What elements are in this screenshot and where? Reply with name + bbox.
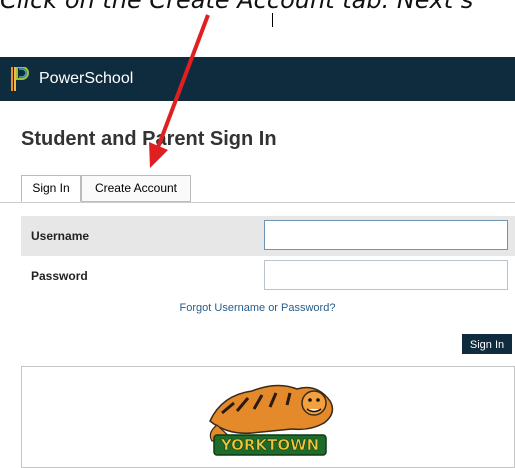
tab-sign-in[interactable]: Sign In [21,175,81,202]
tiger-mascot-logo: YORKTOWN [209,384,334,456]
page-title: Student and Parent Sign In [21,128,277,150]
forgot-credentials-link[interactable]: Forgot Username or Password? [0,302,515,314]
text-cursor [272,13,273,27]
instruction-text: Click on the Create Account tab. Next s [0,0,474,14]
school-logo-panel: YORKTOWN [21,366,515,468]
password-label: Password [31,269,88,283]
powerschool-logo-icon [11,67,29,91]
tab-divider [0,202,515,203]
top-bar: PowerSchool [0,57,515,101]
tab-create-account[interactable]: Create Account [81,175,191,202]
sign-in-button[interactable]: Sign In [462,334,512,354]
username-row: Username [21,216,515,256]
password-row: Password [21,256,515,296]
brand-name: PowerSchool [39,70,134,87]
username-input[interactable] [264,220,508,250]
school-name-text: YORKTOWN [220,436,319,454]
password-input[interactable] [264,260,508,290]
username-label: Username [31,229,90,243]
